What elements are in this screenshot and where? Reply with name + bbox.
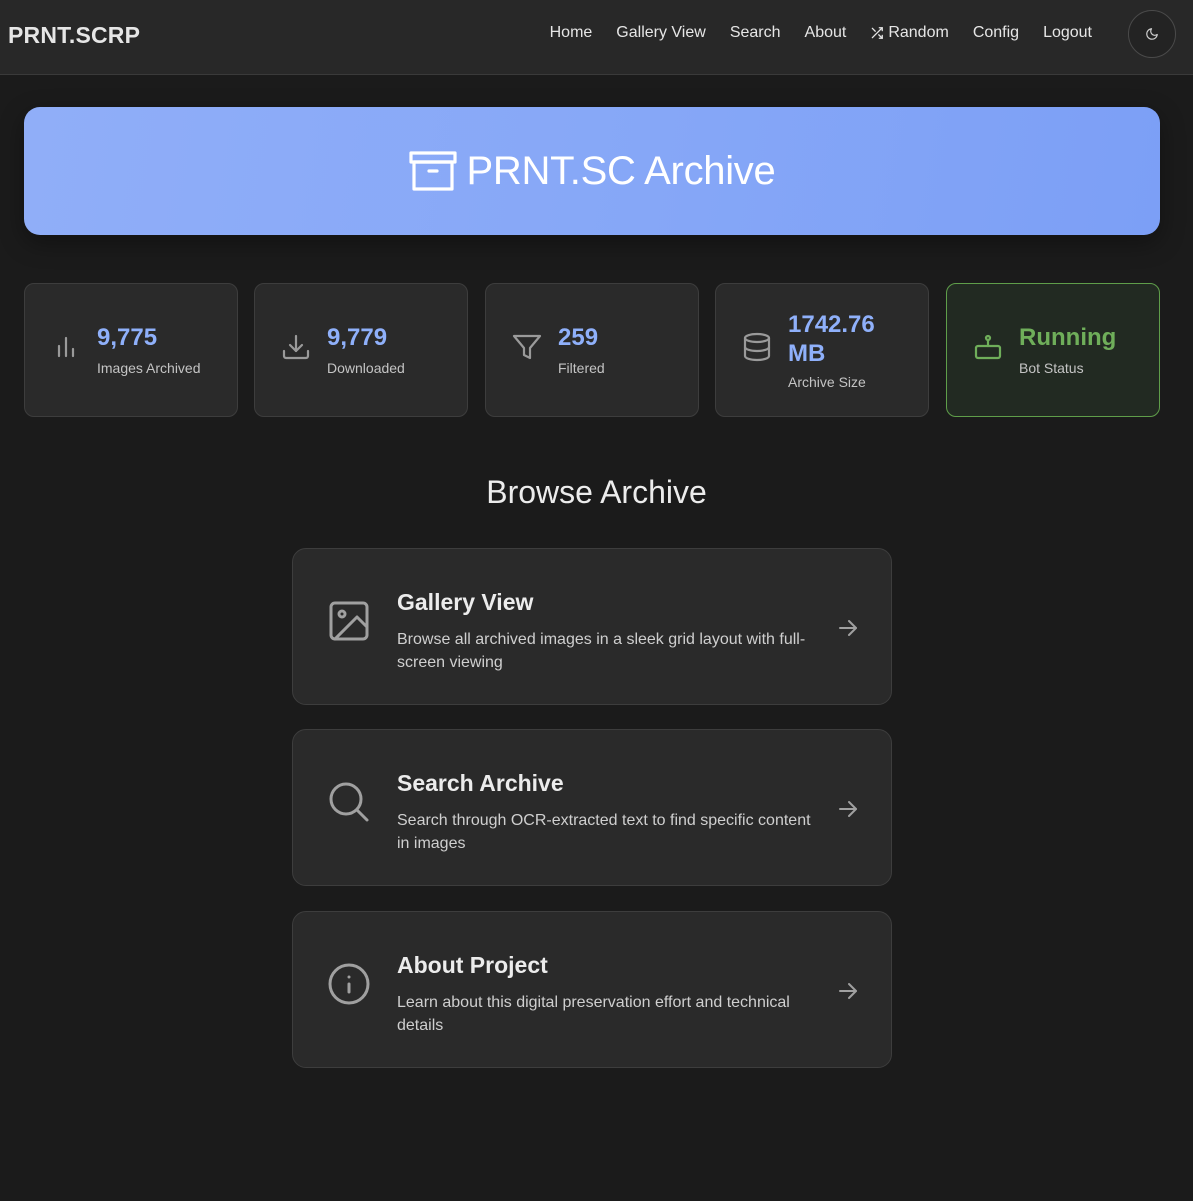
nav-link-label: Random bbox=[888, 24, 949, 41]
nav-link-label: Gallery View bbox=[616, 24, 706, 41]
about-project-card[interactable]: About Project Learn about this digital p… bbox=[292, 911, 892, 1068]
search-archive-card[interactable]: Search Archive Search through OCR-extrac… bbox=[292, 729, 892, 886]
hero-banner: PRNT.SC Archive bbox=[24, 107, 1160, 235]
nav-link-label: Search bbox=[729, 24, 781, 41]
stat-value: 1742.76 MB bbox=[788, 311, 875, 367]
browse-section-title: Browse Archive bbox=[486, 474, 707, 510]
stat-label: Archive Size bbox=[788, 374, 866, 390]
stat-value: 9,779 bbox=[327, 324, 388, 351]
nav-link-logout[interactable]: Logout bbox=[1031, 24, 1104, 42]
nav-link-config[interactable]: Config bbox=[961, 24, 1031, 42]
stat-card-archive-size: 1742.76 MB Archive Size bbox=[715, 283, 929, 417]
nav-link-about[interactable]: About bbox=[793, 24, 859, 42]
stat-card-filtered: 259 Filtered bbox=[485, 283, 699, 417]
stat-card-images-archived: 9,775 Images Archived bbox=[24, 283, 238, 417]
card-description: Search through OCR-extracted text to fin… bbox=[397, 812, 811, 852]
nav-link-label: About bbox=[804, 24, 847, 41]
stat-label: Bot Status bbox=[1019, 360, 1084, 376]
card-title: Gallery View bbox=[397, 589, 534, 615]
card-description: Learn about this digital preservation ef… bbox=[397, 994, 790, 1034]
stat-label: Downloaded bbox=[327, 360, 405, 376]
stat-label: Filtered bbox=[558, 360, 605, 376]
stat-card-downloaded: 9,779 Downloaded bbox=[254, 283, 468, 417]
stat-value: Running bbox=[1019, 324, 1117, 351]
card-description: Browse all archived images in a sleek gr… bbox=[397, 631, 806, 671]
nav-link-label: Config bbox=[972, 24, 1020, 41]
archive-icon bbox=[408, 151, 457, 191]
nav-links: Home Gallery View Search About Random Co… bbox=[538, 24, 1104, 42]
moon-icon bbox=[1146, 28, 1158, 40]
search-icon bbox=[329, 782, 369, 822]
nav-link-search[interactable]: Search bbox=[718, 24, 793, 42]
filter-icon bbox=[512, 334, 542, 360]
database-icon bbox=[743, 332, 771, 362]
stat-card-bot-status: Running Bot Status bbox=[946, 283, 1160, 417]
image-icon bbox=[329, 601, 369, 641]
stat-value: 259 bbox=[558, 324, 599, 351]
hero-title: PRNT.SC Archive bbox=[466, 148, 776, 193]
card-title: About Project bbox=[397, 952, 548, 978]
brand-logo[interactable]: PRNT.SCRP bbox=[8, 22, 140, 49]
stats-row: 9,775 Images Archived 9,779 Downloaded 2… bbox=[24, 283, 1160, 417]
shuffle-icon bbox=[872, 27, 884, 39]
navbar: PRNT.SCRP Home Gallery View Search About… bbox=[0, 0, 1193, 75]
robot-icon bbox=[974, 334, 1002, 360]
nav-link-label: Logout bbox=[1043, 24, 1092, 41]
arrow-right-icon bbox=[839, 801, 857, 817]
nav-link-label: Home bbox=[549, 24, 593, 41]
theme-toggle-button[interactable] bbox=[1128, 10, 1176, 58]
nav-link-home[interactable]: Home bbox=[538, 24, 605, 42]
download-icon bbox=[282, 334, 310, 360]
info-icon bbox=[328, 963, 370, 1005]
card-title: Search Archive bbox=[397, 770, 564, 796]
stat-value: 9,775 bbox=[97, 324, 158, 351]
nav-link-random[interactable]: Random bbox=[858, 24, 960, 42]
stat-label: Images Archived bbox=[97, 360, 201, 376]
nav-link-gallery[interactable]: Gallery View bbox=[604, 24, 718, 42]
bar-chart-icon bbox=[57, 336, 75, 358]
gallery-view-card[interactable]: Gallery View Browse all archived images … bbox=[292, 548, 892, 705]
arrow-right-icon bbox=[839, 983, 857, 999]
arrow-right-icon bbox=[839, 620, 857, 636]
